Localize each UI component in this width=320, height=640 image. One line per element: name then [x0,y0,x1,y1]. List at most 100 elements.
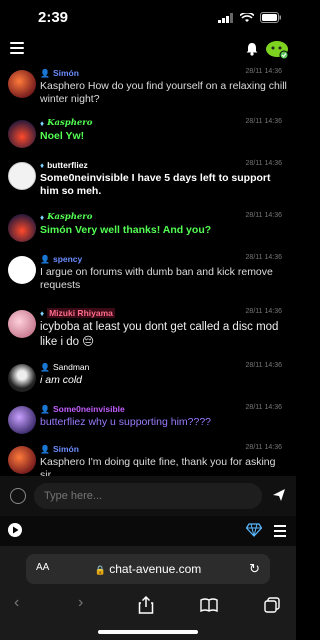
message-time: 28/11 14:36 [245,118,282,125]
options-menu-icon[interactable] [274,525,286,540]
person-icon: 👤 [40,404,50,414]
message-time: 28/11 14:36 [245,362,282,369]
message-text: i am cold [40,374,83,386]
message-text: Noel Yw! [40,130,85,142]
tabs-icon[interactable] [264,597,280,613]
bookmarks-icon[interactable] [200,598,218,612]
chat-toolbar [0,516,296,546]
gem-icon: ♦ [40,212,45,222]
message-header: ♦ butterfliez 28/11 14:36 [40,160,290,172]
username-label: Simón [52,68,79,78]
message-time: 28/11 14:36 [245,444,282,451]
user-avatar[interactable] [8,310,36,338]
browser-chrome: AA 🔒 chat-avenue.com ↻ ‹ › [0,546,296,640]
user-avatar[interactable] [8,364,36,392]
message-header: ♦ Mizuki Rhiyama 28/11 14:36 [40,308,290,320]
chat-message: 👤 spency 28/11 14:36 I argue on forums w… [0,254,296,302]
home-indicator[interactable] [98,630,198,634]
reload-icon[interactable]: ↻ [249,561,260,577]
chat-message: 👤 Simón 28/11 14:36 Kasphero I'm doing q… [0,444,296,476]
gem-icon: ♦ [40,308,45,318]
gem-icon[interactable] [246,523,262,537]
person-icon: 👤 [40,444,50,454]
username-label: Simón [52,444,79,454]
message-username[interactable]: ♦ Kasphero [40,212,92,222]
chat-message: 👤 Some0neinvisible 28/11 14:36 butterfli… [0,404,296,440]
status-time: 2:39 [38,9,69,26]
user-avatar[interactable] [8,256,36,284]
username-label: Some0neinvisible [52,404,125,414]
message-time: 28/11 14:36 [245,68,282,75]
username-label: Mizuki Rhiyama [47,308,115,318]
message-username[interactable]: 👤 Sandman [40,362,89,372]
username-label: Kasphero [47,212,93,222]
chat-message: 👤 Sandman 28/11 14:36 i am cold [0,362,296,400]
user-avatar[interactable] [8,214,36,242]
message-text: Some0neinvisible I have 5 days left to s… [40,172,271,197]
message-text: Kasphero I'm doing quite fine, thank you… [40,456,276,476]
username-label: butterfliez [47,160,88,170]
user-avatar[interactable] [8,120,36,148]
main-menu-icon[interactable] [10,42,24,54]
message-header: ♦ Kasphero 28/11 14:36 [40,118,290,130]
username-label: spency [52,254,83,264]
message-header: 👤 spency 28/11 14:36 [40,254,290,266]
user-avatar[interactable] [8,70,36,98]
url-text: chat-avenue.com [109,562,202,576]
message-username[interactable]: ♦ butterfliez [40,160,88,170]
user-avatar[interactable] [8,406,36,434]
message-username[interactable]: 👤 Some0neinvisible [40,404,125,414]
browser-nav: ‹ › [0,594,296,618]
message-username[interactable]: 👤 Simón [40,68,79,78]
message-time: 28/11 14:36 [245,308,282,315]
send-icon[interactable] [272,488,286,502]
profile-avatar-icon[interactable] [264,38,290,60]
lock-icon: 🔒 [94,565,106,575]
message-text: Kasphero How do you find yourself on a r… [40,80,287,105]
battery-icon [260,12,281,23]
chat-message: ♦ Mizuki Rhiyama 28/11 14:36 icyboba at … [0,308,296,356]
message-header: 👤 Simón 28/11 14:36 [40,68,290,80]
message-username[interactable]: 👤 Simón [40,444,79,454]
chat-message: ♦ Kasphero 28/11 14:36 Noel Yw! [0,118,296,156]
message-username[interactable]: ♦ Kasphero [40,118,92,128]
signal-icon [218,12,233,23]
chat-log[interactable]: 👤 Simón 28/11 14:36 Kasphero How do you … [0,64,296,476]
person-icon: 👤 [40,362,50,372]
message-text: butterfliez why u supporting him???? [40,416,212,428]
message-header: 👤 Simón 28/11 14:36 [40,444,290,456]
status-icons [218,12,282,23]
gem-icon: ♦ [40,160,45,170]
person-icon: 👤 [40,254,50,264]
play-icon[interactable] [8,523,22,537]
message-text: Simón Very well thanks! And you? [40,224,212,236]
notification-bell-icon[interactable] [246,42,258,56]
wifi-icon [240,12,254,22]
emoji-icon[interactable] [10,488,26,504]
username-label: Kasphero [47,118,93,128]
message-text: I argue on forums with dumb ban and kick… [40,266,273,291]
message-time: 28/11 14:36 [245,404,282,411]
forward-icon[interactable]: › [78,594,83,612]
share-icon[interactable] [138,596,154,614]
username-label: Sandman [52,362,90,372]
chat-message: ♦ Kasphero 28/11 14:36 Simón Very well t… [0,212,296,250]
address-bar[interactable]: AA 🔒 chat-avenue.com ↻ [26,554,270,584]
message-input[interactable] [34,483,262,509]
status-bar: 2:39 [0,0,296,36]
message-time: 28/11 14:36 [245,212,282,219]
message-username[interactable]: 👤 spency [40,254,82,264]
url-label: 🔒 chat-avenue.com [26,562,270,576]
back-icon[interactable]: ‹ [14,594,19,612]
message-text: icyboba at least you dont get called a d… [40,321,279,348]
chat-message: 👤 Simón 28/11 14:36 Kasphero How do you … [0,68,296,110]
app-topbar [0,36,296,64]
message-header: 👤 Sandman 28/11 14:36 [40,362,290,374]
message-header: ♦ Kasphero 28/11 14:36 [40,212,290,224]
chat-message: ♦ butterfliez 28/11 14:36 Some0neinvisib… [0,160,296,208]
user-avatar[interactable] [8,162,36,190]
user-avatar[interactable] [8,446,36,474]
message-header: 👤 Some0neinvisible 28/11 14:36 [40,404,290,416]
message-username[interactable]: ♦ Mizuki Rhiyama [40,308,115,318]
gem-icon: ♦ [40,118,45,128]
